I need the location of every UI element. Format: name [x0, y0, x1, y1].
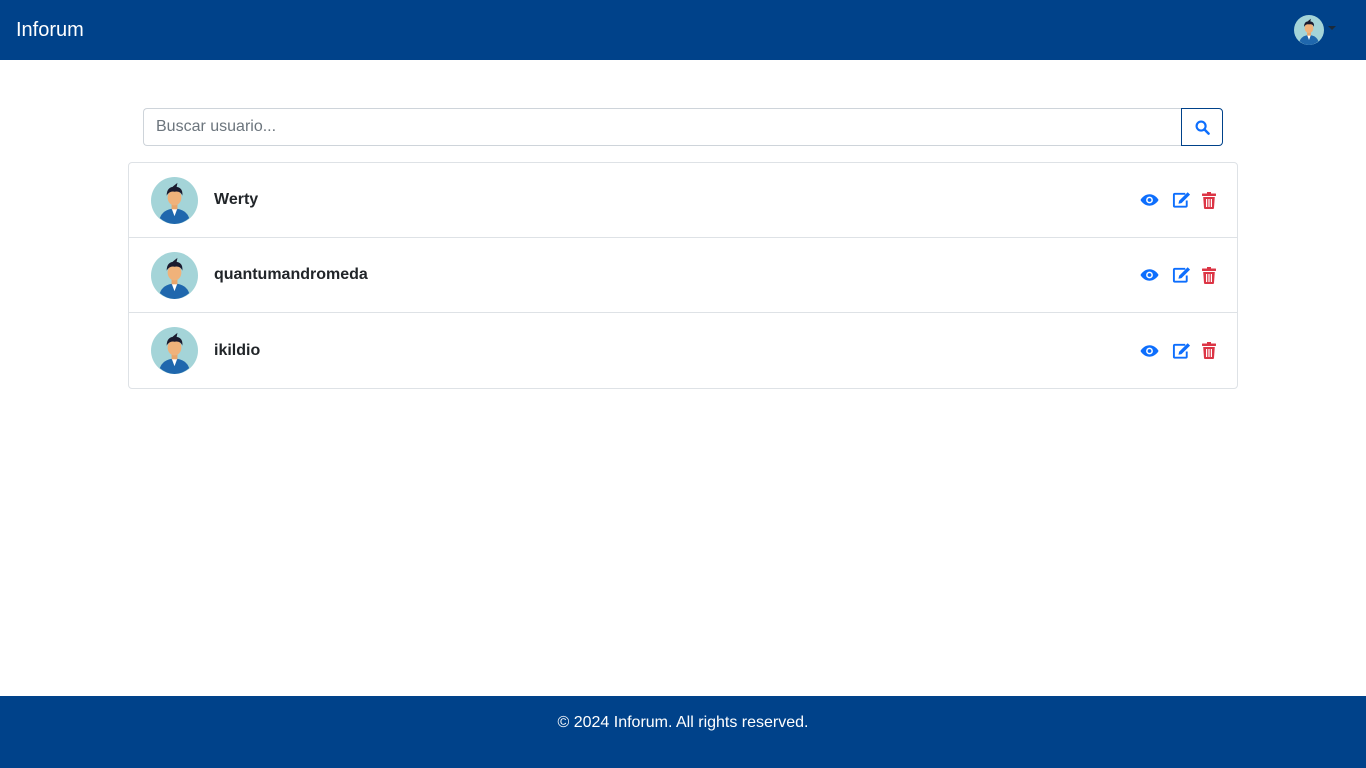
page-footer: © 2024 Inforum. All rights reserved. — [0, 696, 1366, 768]
eye-icon — [1139, 194, 1159, 206]
search-icon — [1195, 120, 1210, 135]
trash-icon — [1202, 342, 1216, 359]
user-name: ikildio — [214, 341, 261, 359]
search-input[interactable] — [143, 108, 1181, 146]
list-item: quantumandromeda — [129, 238, 1237, 313]
search-button[interactable] — [1181, 108, 1223, 146]
brand-link[interactable]: Inforum — [16, 19, 84, 42]
footer-copyright: © 2024 Inforum. All rights reserved. — [557, 714, 809, 731]
caret-down-icon — [1328, 26, 1336, 30]
view-user-button[interactable] — [1139, 188, 1159, 212]
row-actions — [1139, 339, 1217, 363]
edit-user-button[interactable] — [1171, 339, 1191, 363]
edit-icon — [1172, 342, 1190, 359]
delete-user-button[interactable] — [1201, 188, 1217, 212]
edit-user-button[interactable] — [1171, 263, 1191, 287]
user-avatar-icon — [151, 327, 198, 374]
edit-icon — [1172, 267, 1190, 283]
user-name: quantumandromeda — [214, 266, 368, 283]
user-avatar-icon — [1294, 15, 1324, 45]
row-actions — [1139, 188, 1217, 212]
row-actions — [1139, 263, 1217, 287]
user-avatar-icon — [151, 251, 198, 299]
top-navbar: Inforum — [0, 0, 1366, 60]
user-menu-toggle[interactable] — [1294, 15, 1336, 45]
trash-icon — [1202, 266, 1216, 284]
user-name: Werty — [214, 191, 259, 208]
eye-icon — [1139, 344, 1159, 357]
user-avatar-icon — [151, 176, 198, 224]
view-user-button[interactable] — [1139, 339, 1159, 363]
search-bar — [143, 108, 1223, 146]
delete-user-button[interactable] — [1201, 263, 1217, 287]
edit-user-button[interactable] — [1171, 188, 1191, 212]
list-item: Werty — [129, 163, 1237, 238]
eye-icon — [1139, 269, 1159, 281]
edit-icon — [1172, 192, 1190, 208]
view-user-button[interactable] — [1139, 263, 1159, 287]
user-list: Werty quantumandromeda ikildio — [128, 162, 1238, 389]
list-item: ikildio — [129, 313, 1237, 388]
delete-user-button[interactable] — [1201, 339, 1217, 363]
trash-icon — [1202, 191, 1216, 209]
